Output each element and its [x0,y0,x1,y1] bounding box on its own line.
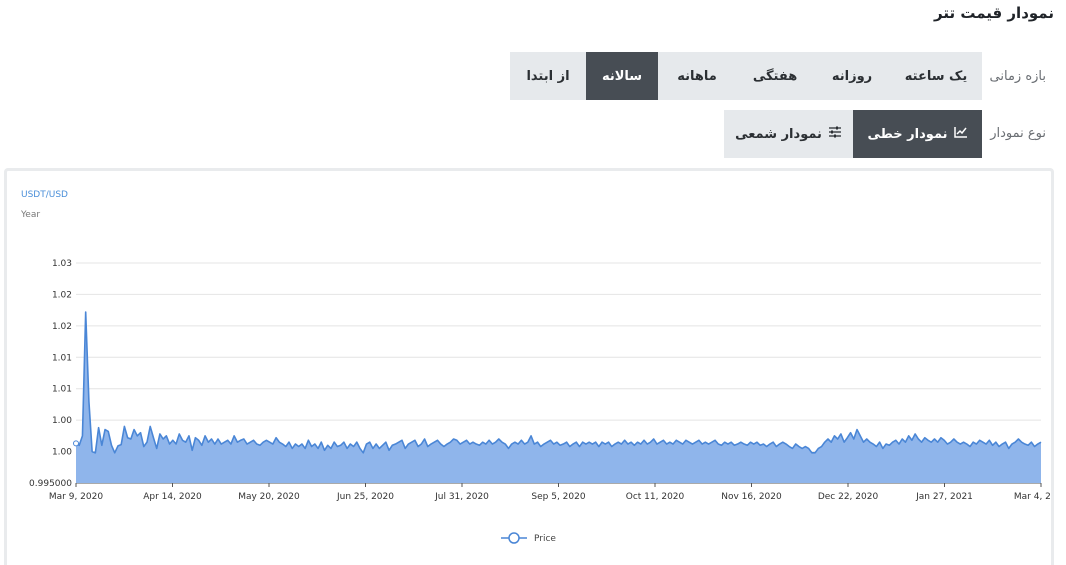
chart-legend[interactable]: Price [501,532,556,544]
period-weekly-button[interactable]: هفتگی [736,52,814,100]
x-tick-label: Nov 16, 2020 [721,492,782,502]
line-chart-icon [953,126,968,142]
legend-label: Price [534,534,556,544]
x-tick-label: Mar 4, 2021 [1014,492,1051,502]
period-all-time-button[interactable]: از ابتدا [510,52,586,100]
candlestick-icon [828,126,842,142]
y-tick-label: 1.00 [52,416,72,426]
y-tick-label: 1.02 [52,290,72,300]
period-yearly-button[interactable]: سالانه [586,52,658,100]
period-hourly-button[interactable]: یک ساعته [890,52,982,100]
x-tick-label: Mar 9, 2020 [49,492,103,502]
x-tick-label: Apr 14, 2020 [143,492,202,502]
area-layer [73,311,1042,483]
y-tick-label: 1.00 [52,448,72,458]
y-tick-label: 0.995000 [29,479,72,489]
candlestick-chart-button[interactable]: نمودار شمعی [724,110,853,158]
chart-card: USDT/USD Year 0.995000 1.00 1.00 1.01 1.01 1.… [4,168,1054,565]
chart-title: USDT/USD [21,190,68,200]
y-tick-label: 1.02 [52,322,72,332]
y-tick-label: 1.01 [52,353,72,363]
price-line [75,311,1042,454]
page-title: نمودار قیمت تتر [934,4,1054,22]
y-axis: 0.995000 1.00 1.00 1.01 1.01 1.02 1.02 1.03 [29,259,72,489]
legend-marker [508,532,520,544]
price-point [73,440,79,447]
period-daily-button[interactable]: روزانه [814,52,890,100]
period-button-group: یک ساعته روزانه هفتگی ماهانه سالانه از ا… [510,52,982,100]
x-tick-label: Dec 22, 2020 [818,492,879,502]
y-tick-label: 1.01 [52,385,72,395]
period-label: بازه زمانی [989,69,1046,84]
chart-type-button-group: نمودار خطی نمودار شمعی [724,110,982,158]
price-chart: USDT/USD Year 0.995000 1.00 1.00 1.01 1.01 1.… [20,190,1051,544]
x-tick-label: Jan 27, 2021 [915,492,973,502]
x-axis: Mar 9, 2020 Apr 14, 2020 May 20, 2020 Jun 2… [49,483,1051,502]
x-tick-label: May 20, 2020 [238,492,300,502]
x-tick-label: Sep 5, 2020 [531,492,585,502]
x-tick-label: Oct 11, 2020 [626,492,685,502]
chart-subtitle: Year [20,210,40,220]
period-monthly-button[interactable]: ماهانه [658,52,736,100]
y-tick-label: 1.03 [52,259,72,269]
line-chart-button[interactable]: نمودار خطی [853,110,982,158]
x-tick-label: Jul 31, 2020 [434,492,489,502]
chart-type-label: نوع نمودار [990,126,1046,141]
price-area [76,312,1041,483]
x-tick-label: Jun 25, 2020 [336,492,394,502]
